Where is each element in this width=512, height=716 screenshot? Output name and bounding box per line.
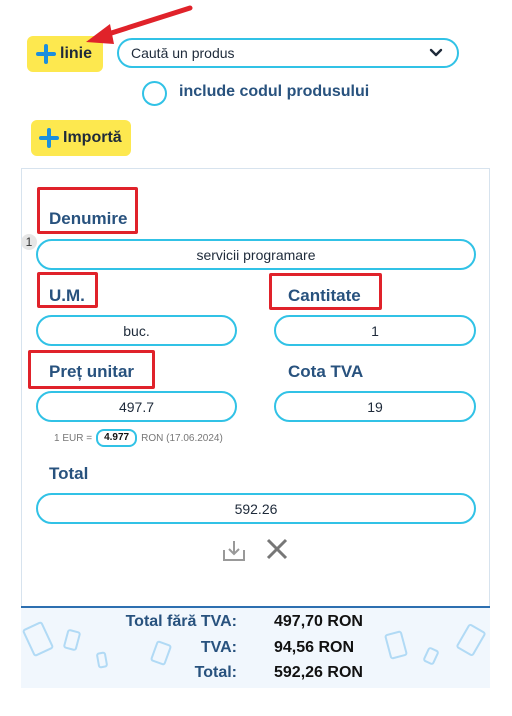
total-label: Total xyxy=(49,464,89,483)
pret-unitar-field[interactable]: 497.7 xyxy=(36,391,237,422)
cantitate-label: Cantitate xyxy=(288,286,361,305)
import-button[interactable]: Importă xyxy=(31,120,131,156)
download-tray-icon[interactable] xyxy=(222,538,246,562)
tva-value: 94,56 RON xyxy=(274,639,355,656)
decorative-doc-icon xyxy=(422,646,440,666)
decorative-doc-icon xyxy=(383,630,409,660)
import-label: Importă xyxy=(63,129,122,146)
line-index-badge: 1 xyxy=(21,234,37,250)
chevron-down-icon xyxy=(429,48,443,57)
include-code-label: include codul produsului xyxy=(179,83,370,100)
cantitate-field[interactable]: 1 xyxy=(274,315,476,346)
decorative-doc-icon xyxy=(62,628,82,652)
rate-input[interactable]: 4.977 xyxy=(96,429,138,447)
pret-unitar-label: Preț unitar xyxy=(49,362,135,381)
plus-icon xyxy=(36,44,56,64)
um-field[interactable]: buc. xyxy=(36,315,237,346)
product-search-select[interactable]: Caută un produs xyxy=(117,38,459,68)
grand-total-value: 592,26 RON xyxy=(274,664,363,681)
plus-icon xyxy=(39,128,59,148)
rate-prefix: 1 EUR = xyxy=(54,432,93,444)
cota-tva-field[interactable]: 19 xyxy=(274,391,476,422)
grand-total-label: Total: xyxy=(194,664,237,681)
decorative-doc-icon xyxy=(21,620,55,658)
decorative-doc-icon xyxy=(455,622,487,658)
close-x-icon[interactable] xyxy=(265,537,289,561)
exchange-rate-row: 1 EUR = 4.977 RON (17.06.2024) xyxy=(54,429,223,447)
rate-suffix: RON (17.06.2024) xyxy=(141,432,223,444)
include-code-radio[interactable] xyxy=(142,81,167,106)
denumire-label: Denumire xyxy=(49,209,128,228)
totals-section xyxy=(21,606,490,688)
total-fara-tva-value: 497,70 RON xyxy=(274,613,363,630)
total-field[interactable]: 592.26 xyxy=(36,493,476,524)
product-search-placeholder: Caută un produs xyxy=(131,45,235,61)
um-label: U.M. xyxy=(49,286,85,305)
denumire-field[interactable]: servicii programare xyxy=(36,239,476,270)
total-fara-tva-label: Total fără TVA: xyxy=(125,613,237,630)
cota-tva-label: Cota TVA xyxy=(288,362,364,381)
tva-label: TVA: xyxy=(200,639,237,656)
